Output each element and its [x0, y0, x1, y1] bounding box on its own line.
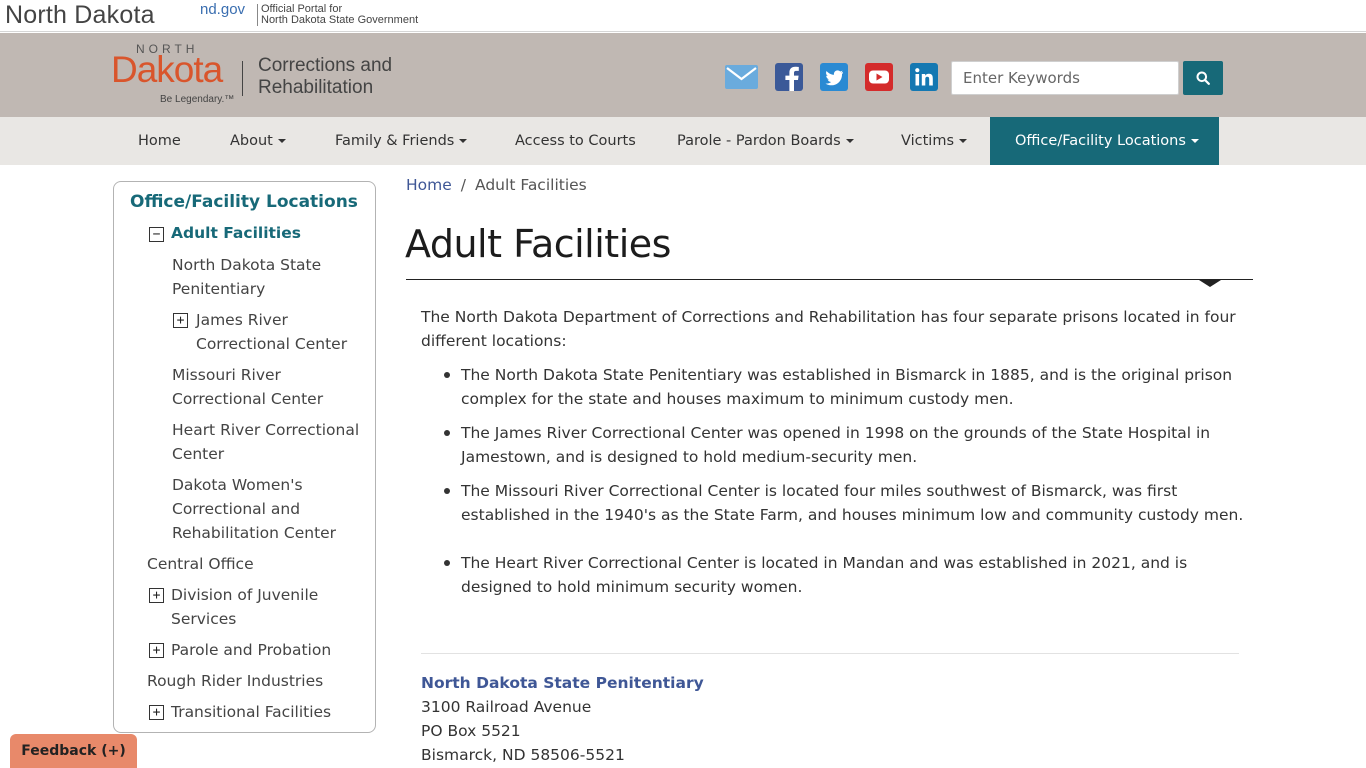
- list-item: The Missouri River Correctional Center i…: [444, 479, 1251, 527]
- nav-about-label: About: [230, 133, 273, 149]
- caret-down-icon: [845, 139, 854, 143]
- twitter-icon[interactable]: [817, 63, 850, 91]
- sidebar-title[interactable]: Office/Facility Locations: [130, 192, 358, 212]
- sidebar-item-ndsp[interactable]: North Dakota State Penitentiary: [172, 253, 321, 301]
- nav-access-to-courts[interactable]: Access to Courts: [515, 117, 636, 165]
- expand-toggle-icon[interactable]: +: [149, 588, 164, 603]
- facebook-icon[interactable]: [772, 63, 805, 91]
- sidebar-item-label: Correctional Center: [172, 390, 324, 408]
- facility-address-line: Bismarck, ND 58506-5521: [421, 746, 625, 764]
- breadcrumb-current: Adult Facilities: [475, 176, 587, 194]
- caret-down-icon: [959, 139, 967, 143]
- sidebar-item-label: Dakota Women's: [172, 476, 303, 494]
- sidebar-item-central-office[interactable]: Central Office: [147, 552, 254, 576]
- list-item: The James River Correctional Center was …: [444, 421, 1251, 469]
- section-divider: [421, 653, 1239, 654]
- logo-department: Corrections and Rehabilitation: [258, 55, 392, 99]
- nav-home[interactable]: Home: [138, 117, 181, 165]
- breadcrumb-separator: /: [460, 176, 467, 194]
- expand-toggle-icon[interactable]: +: [173, 313, 188, 328]
- portal-description: Official Portal for North Dakota State G…: [257, 4, 418, 26]
- nav-family-label: Family & Friends: [335, 133, 455, 149]
- sidebar-item-label: James River: [196, 311, 288, 329]
- site-header: NORTH Dakota Be Legendary.™ Corrections …: [0, 33, 1366, 117]
- sidebar-item-label: Penitentiary: [172, 280, 266, 298]
- title-divider-notch: [1199, 280, 1221, 287]
- nav-family-friends[interactable]: Family & Friends: [335, 117, 468, 165]
- sidebar-item-label: Correctional and: [172, 500, 301, 518]
- email-icon[interactable]: [725, 63, 758, 91]
- portal-bar: North Dakota nd.gov Official Portal for …: [0, 0, 1366, 32]
- nav-courts-label: Access to Courts: [515, 133, 636, 149]
- sidebar-item-label: Rehabilitation Center: [172, 524, 337, 542]
- sidebar-item-label: Heart River Correctional: [172, 421, 360, 439]
- sidebar-item-mrcc[interactable]: Missouri River Correctional Center: [172, 363, 323, 411]
- sidebar-item-parole-probation[interactable]: Parole and Probation: [171, 638, 331, 662]
- sidebar-item-adult-facilities[interactable]: Adult Facilities: [171, 221, 301, 245]
- logo-dept-line2: Rehabilitation: [258, 77, 374, 98]
- logo-divider: [242, 61, 243, 96]
- caret-down-icon: [459, 139, 468, 143]
- breadcrumb: Home / Adult Facilities: [406, 176, 587, 194]
- logo-dept-line1: Corrections and: [258, 55, 393, 76]
- youtube-icon[interactable]: [862, 63, 895, 91]
- page-title: Adult Facilities: [405, 222, 671, 266]
- nav-parole-pardon[interactable]: Parole - Pardon Boards: [677, 117, 854, 165]
- facility-address-line: PO Box 5521: [421, 722, 521, 740]
- logo-dakota: Dakota: [111, 49, 223, 90]
- linkedin-icon[interactable]: [907, 63, 940, 91]
- sidebar-item-hrcc[interactable]: Heart River Correctional Center: [172, 418, 359, 466]
- sidebar-item-label: Services: [171, 610, 237, 628]
- sidebar-item-dwcrc[interactable]: Dakota Women's Correctional and Rehabili…: [172, 473, 336, 545]
- search-icon: [1196, 71, 1210, 85]
- sidebar-item-juvenile-services[interactable]: Division of Juvenile Services: [171, 583, 318, 631]
- facility-name-link[interactable]: North Dakota State Penitentiary: [421, 674, 704, 692]
- caret-down-icon: [277, 139, 286, 143]
- nav-office-facility-locations[interactable]: Office/Facility Locations: [990, 117, 1219, 165]
- search-input[interactable]: [951, 61, 1179, 95]
- list-item: The North Dakota State Penitentiary was …: [444, 363, 1251, 411]
- portal-title[interactable]: North Dakota: [5, 1, 155, 30]
- facility-address-line: 3100 Railroad Avenue: [421, 698, 592, 716]
- list-item: The Heart River Correctional Center is l…: [444, 551, 1251, 599]
- nav-victims-label: Victims: [901, 133, 954, 149]
- sidebar-item-jrcc[interactable]: James River Correctional Center: [196, 308, 347, 356]
- sidebar-item-label: Division of Juvenile: [171, 586, 319, 604]
- sidebar-item-label: Missouri River: [172, 366, 281, 384]
- main-nav: Home About Family & Friends Access to Co…: [0, 117, 1366, 165]
- sidebar-item-label: Correctional Center: [196, 335, 348, 353]
- intro-paragraph: The North Dakota Department of Correctio…: [421, 308, 1236, 350]
- search-button[interactable]: [1183, 61, 1223, 95]
- nav-about[interactable]: About: [230, 117, 286, 165]
- caret-down-icon: [1190, 139, 1199, 143]
- nav-parole-label: Parole - Pardon Boards: [677, 133, 841, 149]
- feedback-button[interactable]: Feedback (+): [10, 734, 137, 768]
- nav-victims[interactable]: Victims: [901, 117, 967, 165]
- portal-desc-line2: North Dakota State Government: [261, 14, 419, 26]
- breadcrumb-home[interactable]: Home: [406, 176, 452, 194]
- expand-toggle-icon[interactable]: +: [149, 705, 164, 720]
- sidebar-item-label: North Dakota State: [172, 256, 322, 274]
- sidebar-nav: Office/Facility Locations − Adult Facili…: [113, 181, 376, 733]
- logo-tagline: Be Legendary.™: [160, 94, 235, 105]
- sidebar-item-rough-rider[interactable]: Rough Rider Industries: [147, 669, 323, 693]
- sidebar-item-transitional[interactable]: Transitional Facilities: [171, 700, 331, 724]
- nav-locations-label: Office/Facility Locations: [1015, 133, 1186, 149]
- nav-home-label: Home: [138, 133, 181, 149]
- title-divider: [406, 279, 1253, 280]
- expand-toggle-icon[interactable]: +: [149, 643, 164, 658]
- sidebar-item-label: Center: [172, 445, 225, 463]
- collapse-toggle-icon[interactable]: −: [149, 227, 164, 242]
- ndgov-logo[interactable]: nd.gov: [200, 1, 245, 18]
